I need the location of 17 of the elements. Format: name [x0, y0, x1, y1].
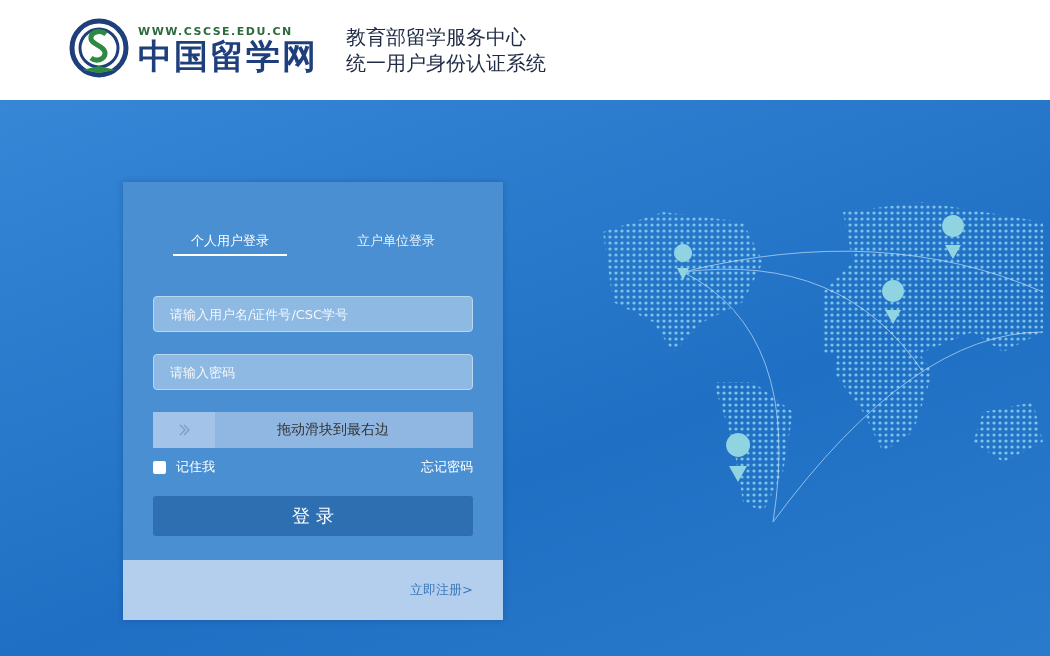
system-title: 教育部留学服务中心 — [346, 24, 527, 50]
system-title: 统一用户身份认证系统 — [346, 50, 546, 76]
remember-checkbox[interactable] — [153, 460, 166, 474]
site-url: WWW.CSCSE.EDU.CN — [138, 24, 294, 38]
password-field[interactable]: 请输入密码 — [153, 354, 473, 390]
login-button[interactable]: 登 录 — [153, 496, 473, 536]
login-tab[interactable]: 个人用户登录 — [173, 232, 287, 256]
forgot-password-link[interactable]: 忘记密码 — [421, 458, 473, 476]
double-chevron-icon — [178, 424, 190, 436]
slider-track[interactable]: 拖动滑块到最右边 — [153, 412, 473, 448]
site-logo-text: 中国留学网 — [138, 37, 318, 76]
username-field[interactable]: 请输入用户名/证件号/CSC学号 — [153, 296, 473, 332]
slider-thumb[interactable] — [153, 412, 215, 448]
remember-label: 记住我 — [176, 458, 215, 476]
login-tab[interactable]: 立户单位登录 — [339, 232, 453, 256]
register-link[interactable]: 立即注册> — [410, 581, 473, 599]
slider-label: 拖动滑块到最右边 — [277, 421, 389, 439]
